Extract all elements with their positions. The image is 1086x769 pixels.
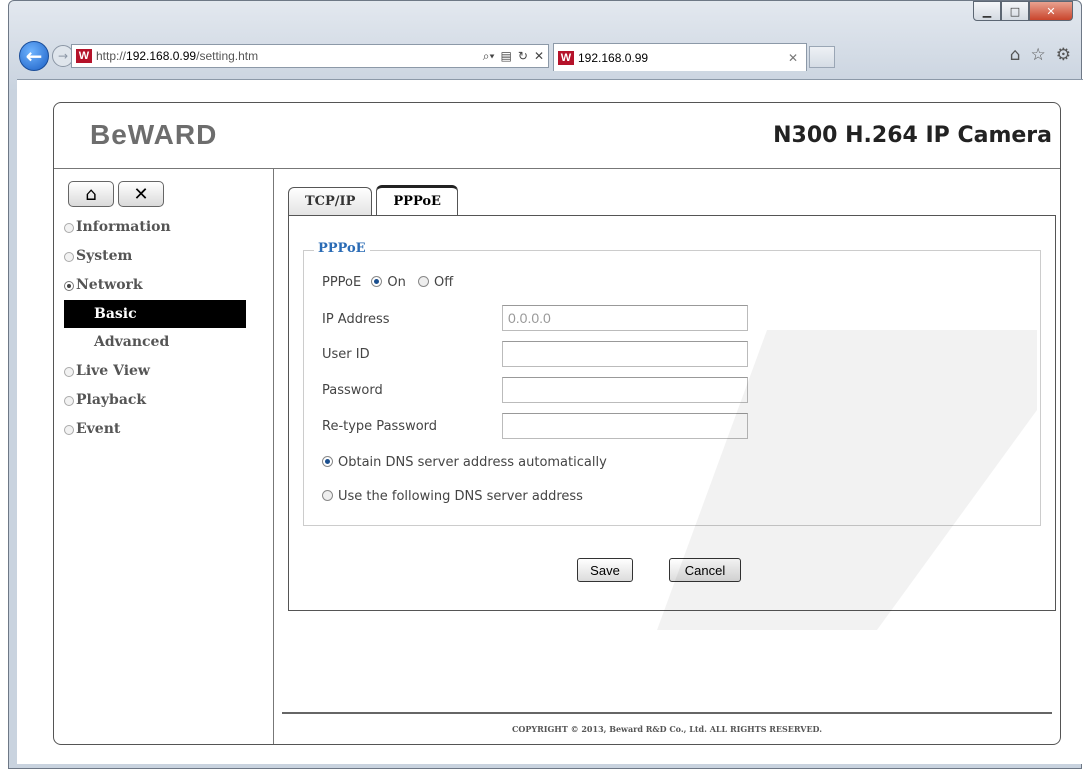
dns-auto-radio[interactable]: [322, 456, 333, 467]
favorites-star-icon[interactable]: ☆: [1031, 45, 1046, 65]
tools-icon[interactable]: ✕: [118, 181, 164, 207]
new-tab-button[interactable]: [809, 46, 835, 68]
dns-auto-label: Obtain DNS server address automatically: [338, 455, 607, 470]
user-id-field[interactable]: [502, 341, 748, 367]
sidebar-item-label: Information: [76, 219, 171, 235]
sidebar-item-label: Live View: [76, 363, 150, 379]
copyright-text: COPYRIGHT © 2013, Beward R&D Co., Ltd. A…: [512, 724, 822, 734]
browser-window: ▁ □ ✕ ← → W http://192.168.0.99/setting.…: [8, 0, 1083, 769]
url-host: 192.168.0.99: [126, 49, 197, 63]
home-icon[interactable]: ⌂: [1010, 45, 1021, 65]
dns-manual-radio[interactable]: [322, 490, 333, 501]
retype-password-field[interactable]: [502, 413, 748, 439]
sidebar-item-system[interactable]: System: [64, 242, 264, 271]
collapsed-bullet-icon: [64, 366, 74, 377]
sidebar-subitem-basic[interactable]: Basic: [64, 300, 246, 328]
browser-tab[interactable]: W 192.168.0.99 ✕: [553, 43, 807, 71]
url-prefix: http://: [96, 49, 127, 63]
back-arrow-icon[interactable]: ←: [19, 41, 49, 71]
sidebar-icon-row: ⌂ ✕: [68, 181, 164, 207]
tab-close-icon[interactable]: ✕: [788, 51, 798, 65]
pppoe-fieldset: PPPoE PPPoE On Off IP Address User ID Pa…: [303, 241, 1041, 526]
sidebar-item-network[interactable]: Network: [64, 271, 264, 300]
compat-view-icon[interactable]: ▤: [501, 49, 512, 64]
dns-auto-option: Obtain DNS server address automatically: [322, 455, 607, 470]
footer-divider: [282, 712, 1052, 714]
sidebar-item-label: Event: [76, 421, 121, 437]
camera-app-frame: BeWARD N300 H.264 IP Camera ⌂ ✕ Informat…: [53, 102, 1061, 745]
dns-manual-label: Use the following DNS server address: [338, 489, 583, 504]
pppoe-on-radio[interactable]: [371, 276, 383, 287]
search-icon[interactable]: ⌕▾: [483, 49, 495, 64]
pppoe-off-radio[interactable]: [418, 276, 429, 287]
password-field[interactable]: [502, 377, 748, 403]
beward-logo: BeWARD: [90, 119, 218, 150]
address-bar[interactable]: W http://192.168.0.99/setting.htm ⌕▾ ▤ ↻…: [71, 44, 549, 68]
refresh-icon[interactable]: ↻: [518, 49, 528, 64]
navigation-bar: ← →: [19, 41, 74, 71]
tab-favicon-icon: W: [558, 50, 574, 65]
collapsed-bullet-icon: [64, 251, 74, 262]
sidebar: ⌂ ✕ Information System Network Basic Adv…: [54, 169, 274, 744]
sidebar-item-playback[interactable]: Playback: [64, 386, 264, 415]
tab-pppoe[interactable]: PPPoE: [376, 185, 458, 215]
collapsed-bullet-icon: [64, 222, 74, 233]
sidebar-item-event[interactable]: Event: [64, 415, 264, 444]
collapsed-bullet-icon: [64, 424, 74, 435]
fieldset-legend: PPPoE: [314, 241, 370, 256]
minimize-button[interactable]: ▁: [973, 1, 1001, 21]
ip-address-field[interactable]: [502, 305, 748, 331]
save-button[interactable]: Save: [577, 558, 633, 582]
sidebar-item-label: Network: [76, 277, 143, 293]
camera-header: BeWARD N300 H.264 IP Camera: [54, 103, 1060, 169]
settings-tabs: TCP/IP PPPoE: [288, 185, 458, 215]
sidebar-item-live-view[interactable]: Live View: [64, 357, 264, 386]
pppoe-label: PPPoE: [322, 275, 362, 290]
expanded-bullet-icon: [64, 280, 74, 291]
user-id-label: User ID: [322, 347, 370, 362]
pppoe-panel: PPPoE PPPoE On Off IP Address User ID Pa…: [288, 215, 1056, 611]
home-icon[interactable]: ⌂: [68, 181, 114, 207]
sidebar-item-information[interactable]: Information: [64, 213, 264, 242]
product-title: N300 H.264 IP Camera: [773, 123, 1052, 148]
pppoe-toggle-row: PPPoE On Off: [322, 275, 453, 290]
ip-address-label: IP Address: [322, 312, 390, 327]
retype-password-label: Re-type Password: [322, 419, 438, 434]
settings-gear-icon[interactable]: ⚙: [1056, 45, 1071, 65]
url-path: /setting.htm: [196, 49, 259, 63]
main-content: TCP/IP PPPoE PPPoE PPPoE On Off IP Addre…: [274, 169, 1060, 744]
stop-icon[interactable]: ✕: [534, 49, 544, 64]
pppoe-off-label: Off: [434, 275, 454, 290]
sidebar-subitem-advanced[interactable]: Advanced: [64, 328, 264, 357]
close-window-button[interactable]: ✕: [1029, 1, 1073, 21]
password-label: Password: [322, 383, 383, 398]
sidebar-menu: Information System Network Basic Advance…: [64, 213, 264, 444]
dns-manual-option: Use the following DNS server address: [322, 489, 583, 504]
site-favicon-icon: W: [76, 49, 92, 63]
tab-tcp-ip[interactable]: TCP/IP: [288, 187, 373, 215]
cancel-button[interactable]: Cancel: [669, 558, 741, 582]
sidebar-item-label: Playback: [76, 392, 147, 408]
browser-toolbar-icons: ⌂ ☆ ⚙: [1010, 45, 1071, 65]
collapsed-bullet-icon: [64, 395, 74, 406]
window-controls: ▁ □ ✕: [973, 1, 1073, 21]
tab-title: 192.168.0.99: [578, 50, 649, 65]
sidebar-item-label: System: [76, 248, 133, 264]
address-tools: ⌕▾ ▤ ↻ ✕: [483, 49, 544, 64]
page-viewport: BeWARD N300 H.264 IP Camera ⌂ ✕ Informat…: [17, 79, 1083, 764]
pppoe-on-label: On: [387, 275, 406, 290]
maximize-button[interactable]: □: [1001, 1, 1029, 21]
